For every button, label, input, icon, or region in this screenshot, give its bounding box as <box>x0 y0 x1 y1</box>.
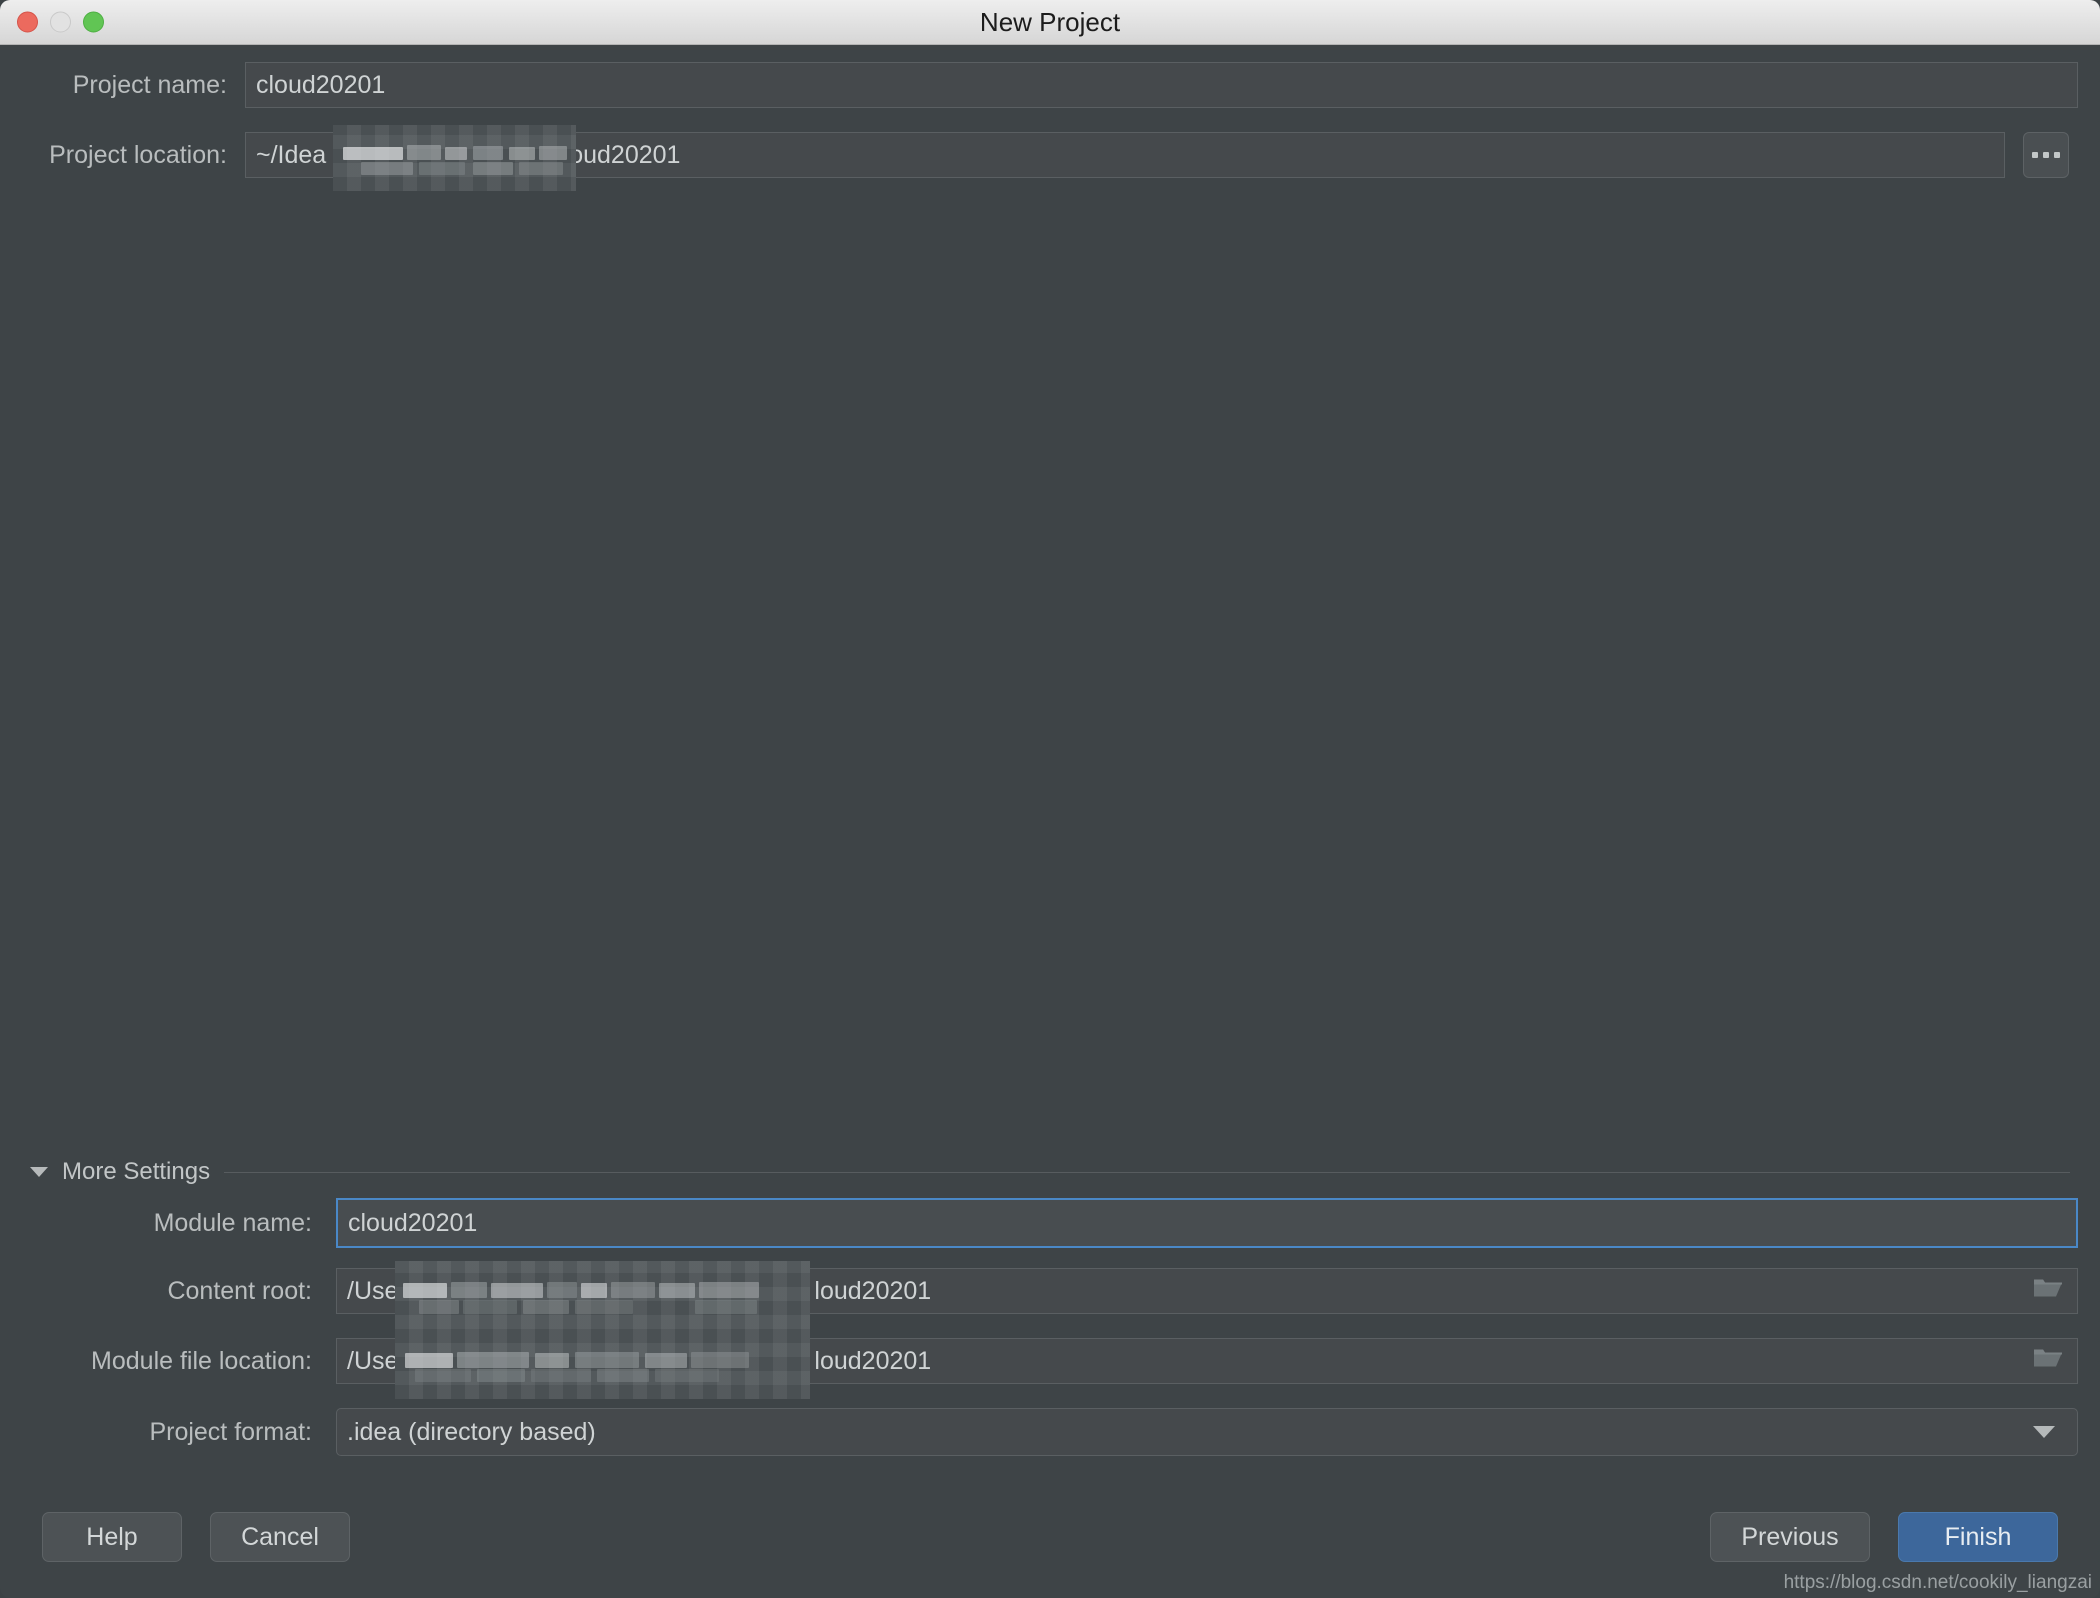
chevron-down-icon <box>2033 1426 2055 1438</box>
project-name-label: Project name: <box>72 70 227 99</box>
project-name-value: cloud20201 <box>256 70 386 99</box>
more-settings-label: More Settings <box>62 1158 211 1185</box>
chevron-down-icon <box>30 1167 48 1177</box>
more-settings-section-header[interactable]: More Settings <box>30 1158 2070 1186</box>
project-location-value-prefix: ~/Idea <box>256 140 327 169</box>
title-bar: New Project <box>0 0 2100 45</box>
ellipsis-dot-icon <box>2043 152 2049 158</box>
project-location-label: Project location: <box>49 140 227 169</box>
module-file-location-label: Module file location: <box>91 1346 312 1375</box>
content-root-value-prefix: /Use <box>347 1276 399 1305</box>
content-root-browse-icon[interactable] <box>2033 1276 2063 1307</box>
new-project-dialog: New Project Project name: cloud20201 Pro… <box>0 0 2100 1598</box>
project-name-row: Project name: cloud20201 <box>22 62 2078 108</box>
ellipsis-dot-icon <box>2032 152 2038 158</box>
redaction-overlay-project-location <box>333 125 576 191</box>
project-location-row: Project location: ~/Idea oud20201 <box>22 132 2078 178</box>
module-file-location-browse-icon[interactable] <box>2033 1346 2063 1377</box>
left-button-group: Help Cancel <box>42 1512 350 1562</box>
project-format-value: .idea (directory based) <box>347 1417 596 1446</box>
section-divider <box>224 1171 2070 1173</box>
cancel-button[interactable]: Cancel <box>210 1512 350 1562</box>
previous-button[interactable]: Previous <box>1710 1512 1870 1562</box>
module-file-location-row: Module file location: /Use loud20201 <box>22 1338 2078 1384</box>
content-root-label: Content root: <box>167 1276 312 1305</box>
right-button-group: Previous Finish <box>1710 1512 2058 1562</box>
project-format-select[interactable]: .idea (directory based) <box>336 1408 2078 1456</box>
help-button[interactable]: Help <box>42 1512 182 1562</box>
module-name-input[interactable]: cloud20201 <box>336 1198 2078 1248</box>
content-root-row: Content root: /Use loud20201 <box>22 1268 2078 1314</box>
project-name-input[interactable]: cloud20201 <box>245 62 2078 108</box>
project-format-row: Project format: .idea (directory based) <box>22 1408 2078 1456</box>
redaction-overlay-module-paths <box>395 1261 810 1399</box>
module-file-location-value-prefix: /Use <box>347 1346 399 1375</box>
ellipsis-dot-icon <box>2054 152 2060 158</box>
module-name-label: Module name: <box>153 1208 312 1237</box>
finish-button[interactable]: Finish <box>1898 1512 2058 1562</box>
module-name-value: cloud20201 <box>348 1208 478 1237</box>
project-format-label: Project format: <box>149 1417 312 1446</box>
watermark-text: https://blog.csdn.net/cookily_liangzai <box>1783 1572 2092 1593</box>
window-title: New Project <box>979 7 1121 37</box>
module-name-row: Module name: cloud20201 <box>22 1198 2078 1248</box>
project-location-browse-button[interactable] <box>2023 132 2069 178</box>
